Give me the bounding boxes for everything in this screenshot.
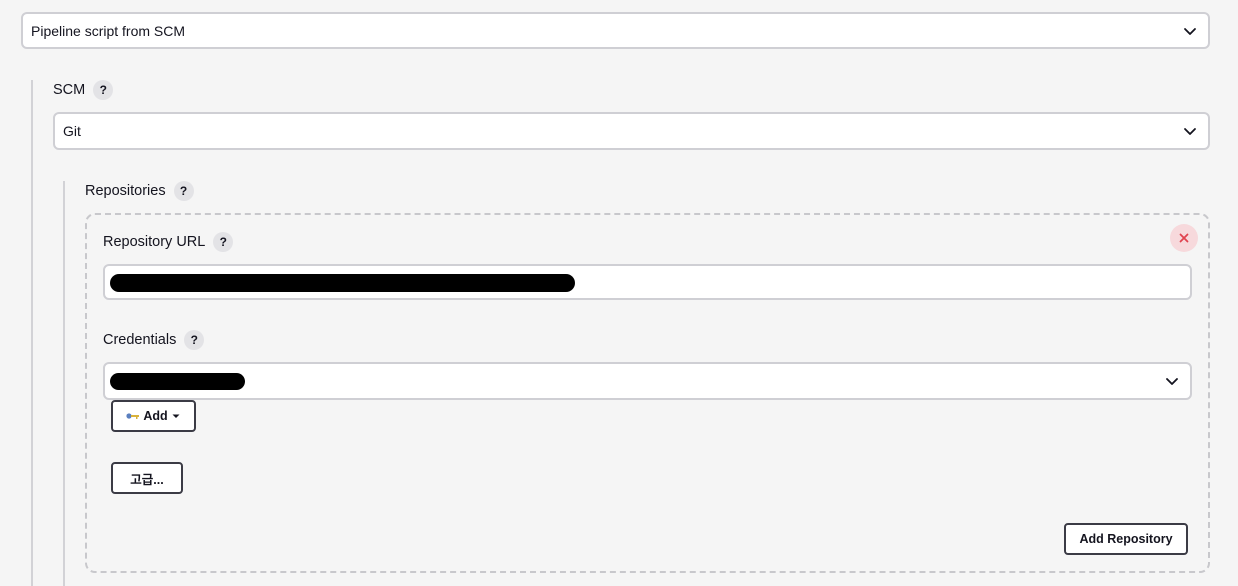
repository-url-label: Repository URL [103,234,206,250]
credentials-help-icon[interactable]: ? [184,330,205,350]
caret-down-icon [172,414,180,418]
scm-select-value: Git [63,123,81,139]
remove-repository-button[interactable] [1170,224,1198,252]
credentials-select[interactable] [103,362,1192,400]
scm-help-icon[interactable]: ? [93,80,114,100]
redacted-credentials [110,373,245,390]
chevron-down-icon [1184,128,1196,135]
scm-select[interactable]: Git [53,112,1210,150]
add-credentials-label: Add [143,409,168,423]
repositories-label: Repositories [85,183,166,199]
redacted-url [110,274,575,292]
repository-url-input[interactable] [103,264,1192,300]
credentials-label-row: Credentials ? [103,329,205,351]
repository-url-help-icon[interactable]: ? [213,232,234,252]
credentials-label: Credentials [103,332,177,348]
repository-url-label-row: Repository URL ? [103,231,234,253]
key-icon [126,413,140,419]
add-credentials-button[interactable]: Add [111,400,196,432]
advanced-button-label: 고급... [130,472,164,487]
chevron-down-icon [1184,27,1196,35]
definition-select[interactable]: Pipeline script from SCM [21,12,1210,49]
scm-label: SCM [53,82,86,98]
scm-section-border [31,80,33,586]
repositories-label-row: Repositories ? [85,180,194,202]
repositories-section-border [63,181,65,586]
repositories-help-icon[interactable]: ? [173,181,194,201]
advanced-button[interactable]: 고급... [111,462,183,494]
close-icon [1179,233,1189,243]
definition-select-value: Pipeline script from SCM [31,22,186,39]
chevron-down-icon [1166,378,1178,385]
add-repository-label: Add Repository [1079,532,1173,546]
scm-label-row: SCM ? [53,79,114,101]
add-repository-button[interactable]: Add Repository [1064,523,1188,555]
